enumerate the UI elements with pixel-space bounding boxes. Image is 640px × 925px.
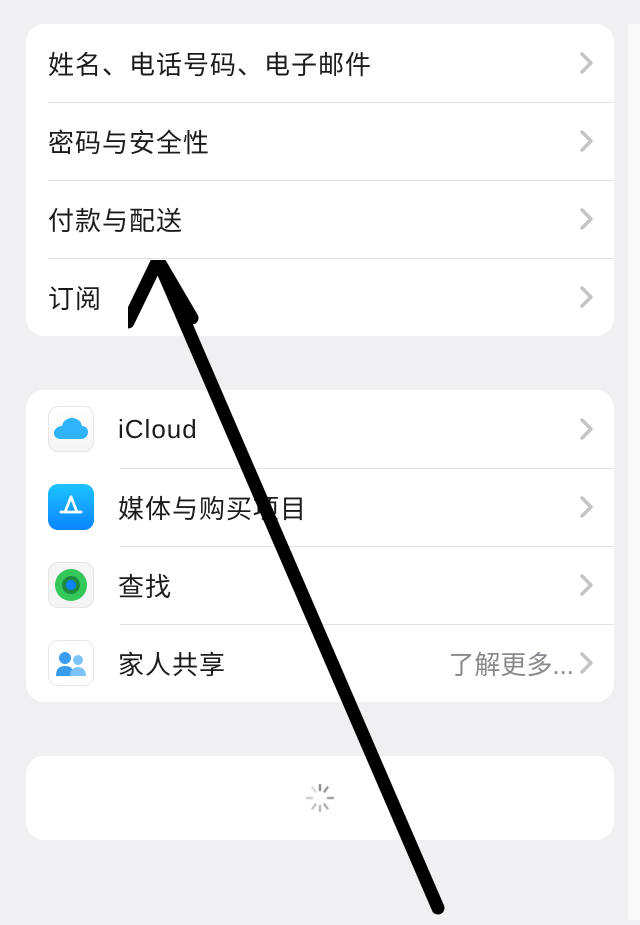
findmy-icon (48, 562, 94, 608)
chevron-right-icon (580, 574, 594, 596)
row-label: 媒体与购买项目 (118, 489, 580, 526)
row-label: 姓名、电话号码、电子邮件 (48, 45, 580, 82)
loading-section (26, 756, 614, 840)
chevron-right-icon (580, 208, 594, 230)
chevron-right-icon (580, 652, 594, 674)
row-label: iCloud (118, 414, 580, 445)
right-edge-overlay (628, 24, 640, 920)
spinner-icon (303, 781, 337, 815)
row-subscriptions[interactable]: 订阅 (26, 258, 614, 336)
row-family-sharing[interactable]: 家人共享 了解更多... (26, 624, 614, 702)
account-section: 姓名、电话号码、电子邮件 密码与安全性 付款与配送 订阅 (26, 24, 614, 336)
row-label: 密码与安全性 (48, 123, 580, 160)
chevron-right-icon (580, 418, 594, 440)
row-icloud[interactable]: iCloud (26, 390, 614, 468)
row-media-purchases[interactable]: 媒体与购买项目 (26, 468, 614, 546)
chevron-right-icon (580, 496, 594, 518)
icloud-icon (48, 406, 94, 452)
row-label: 家人共享 (118, 645, 448, 682)
appstore-icon (48, 484, 94, 530)
row-label: 订阅 (48, 279, 580, 316)
chevron-right-icon (580, 286, 594, 308)
chevron-right-icon (580, 52, 594, 74)
row-password-security[interactable]: 密码与安全性 (26, 102, 614, 180)
family-icon (48, 640, 94, 686)
services-section: iCloud 媒体与购买项目 查找 家人共享 (26, 390, 614, 702)
row-detail: 了解更多... (448, 645, 574, 682)
row-label: 查找 (118, 567, 580, 604)
row-label: 付款与配送 (48, 201, 580, 238)
row-find-my[interactable]: 查找 (26, 546, 614, 624)
row-name-phone-email[interactable]: 姓名、电话号码、电子邮件 (26, 24, 614, 102)
chevron-right-icon (580, 130, 594, 152)
row-payment-shipping[interactable]: 付款与配送 (26, 180, 614, 258)
